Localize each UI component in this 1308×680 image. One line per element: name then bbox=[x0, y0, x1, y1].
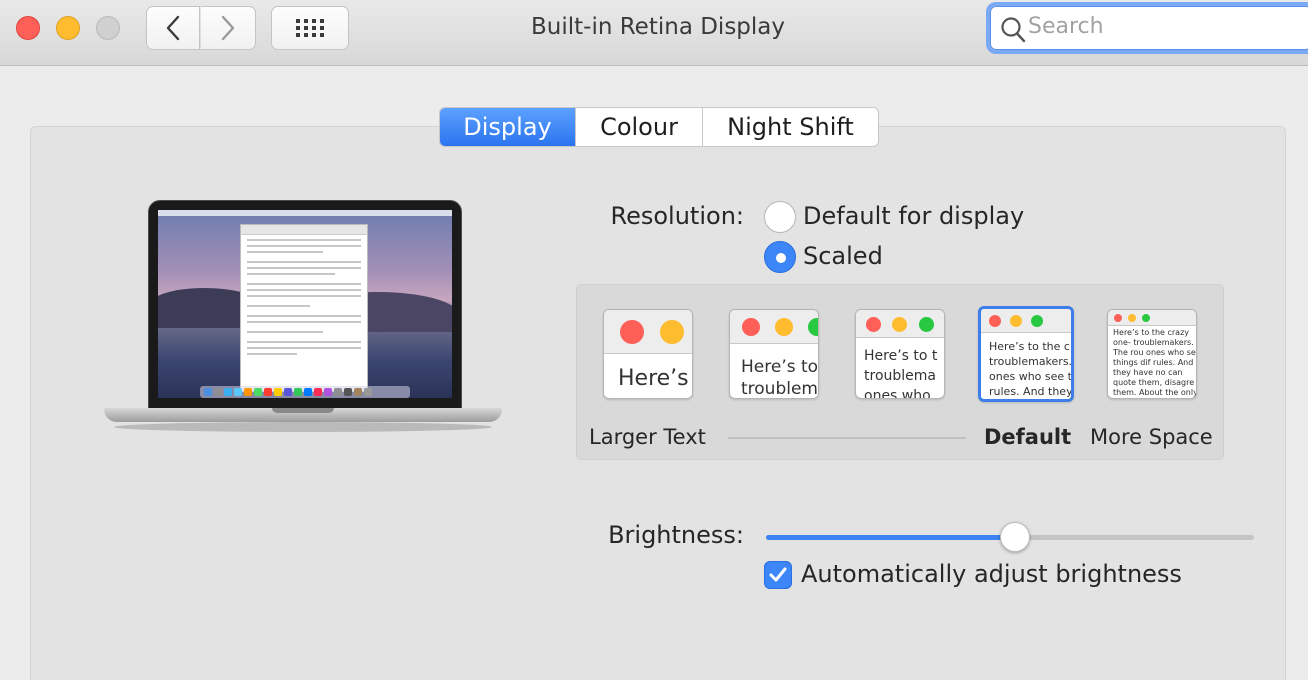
option-default-for-display-label[interactable]: Default for display bbox=[803, 202, 1024, 230]
larger-text-label: Larger Text bbox=[589, 425, 706, 449]
radio-default-for-display[interactable] bbox=[764, 201, 796, 233]
laptop-base bbox=[104, 408, 502, 422]
checkmark-icon bbox=[769, 567, 787, 582]
scaling-preview-text: Here’s to the cr troublemakers. ones who… bbox=[989, 340, 1074, 398]
scaling-preview-text: Here’s to the crazy one- troublemakers. … bbox=[1113, 328, 1197, 397]
close-button[interactable] bbox=[16, 16, 40, 40]
brightness-label: Brightness: bbox=[608, 521, 744, 549]
option-scaled-label[interactable]: Scaled bbox=[803, 242, 883, 270]
dock-image bbox=[200, 386, 410, 398]
zoom-button[interactable] bbox=[96, 16, 120, 40]
grid-icon bbox=[296, 19, 324, 37]
document-window-image bbox=[240, 224, 368, 392]
laptop-image bbox=[104, 198, 502, 438]
title-bar: Built-in Retina Display Search bbox=[0, 0, 1308, 66]
chevron-left-icon bbox=[166, 15, 180, 41]
laptop-lid bbox=[148, 200, 462, 411]
search-icon bbox=[1001, 17, 1026, 43]
scaling-option-default[interactable]: Here’s to the cr troublemakers. ones who… bbox=[978, 306, 1074, 402]
scaling-option-more-space[interactable]: Here’s to the crazy one- troublemakers. … bbox=[1107, 309, 1197, 399]
scaling-option-larger-text[interactable]: Here’s bbox=[603, 309, 693, 399]
tab-night-shift[interactable]: Night Shift bbox=[703, 108, 878, 146]
minimize-button[interactable] bbox=[56, 16, 80, 40]
tab-display[interactable]: Display bbox=[440, 108, 576, 146]
brightness-slider-fill bbox=[766, 535, 1015, 540]
window-title: Built-in Retina Display bbox=[531, 14, 785, 40]
brightness-slider-knob[interactable] bbox=[999, 522, 1030, 552]
chevron-right-icon bbox=[221, 15, 235, 41]
scaling-preview-text: Here’s bbox=[618, 366, 689, 391]
brightness-slider[interactable] bbox=[766, 522, 1254, 552]
scaling-preview-text: Here’s to t troublema ones who bbox=[864, 348, 938, 399]
tab-bar: Display Colour Night Shift bbox=[439, 107, 879, 147]
back-button[interactable] bbox=[146, 6, 200, 50]
tab-colour[interactable]: Colour bbox=[576, 108, 703, 146]
scaling-option-2[interactable]: Here’s to troublem bbox=[729, 309, 819, 399]
radio-scaled[interactable] bbox=[764, 241, 796, 273]
forward-button[interactable] bbox=[201, 6, 256, 50]
resolution-label: Resolution: bbox=[610, 202, 745, 230]
search-placeholder: Search bbox=[1028, 14, 1104, 39]
scaling-preview-text: Here’s to troublem bbox=[741, 357, 819, 399]
scaling-option-3[interactable]: Here’s to t troublema ones who bbox=[855, 309, 945, 399]
default-label: Default bbox=[984, 425, 1072, 449]
more-space-label: More Space bbox=[1090, 425, 1213, 449]
scale-divider bbox=[728, 437, 966, 439]
show-all-button[interactable] bbox=[271, 6, 349, 50]
laptop-screen bbox=[158, 210, 452, 398]
auto-brightness-checkbox[interactable] bbox=[764, 561, 792, 589]
search-field[interactable]: Search bbox=[986, 2, 1308, 54]
auto-brightness-label[interactable]: Automatically adjust brightness bbox=[801, 560, 1182, 588]
